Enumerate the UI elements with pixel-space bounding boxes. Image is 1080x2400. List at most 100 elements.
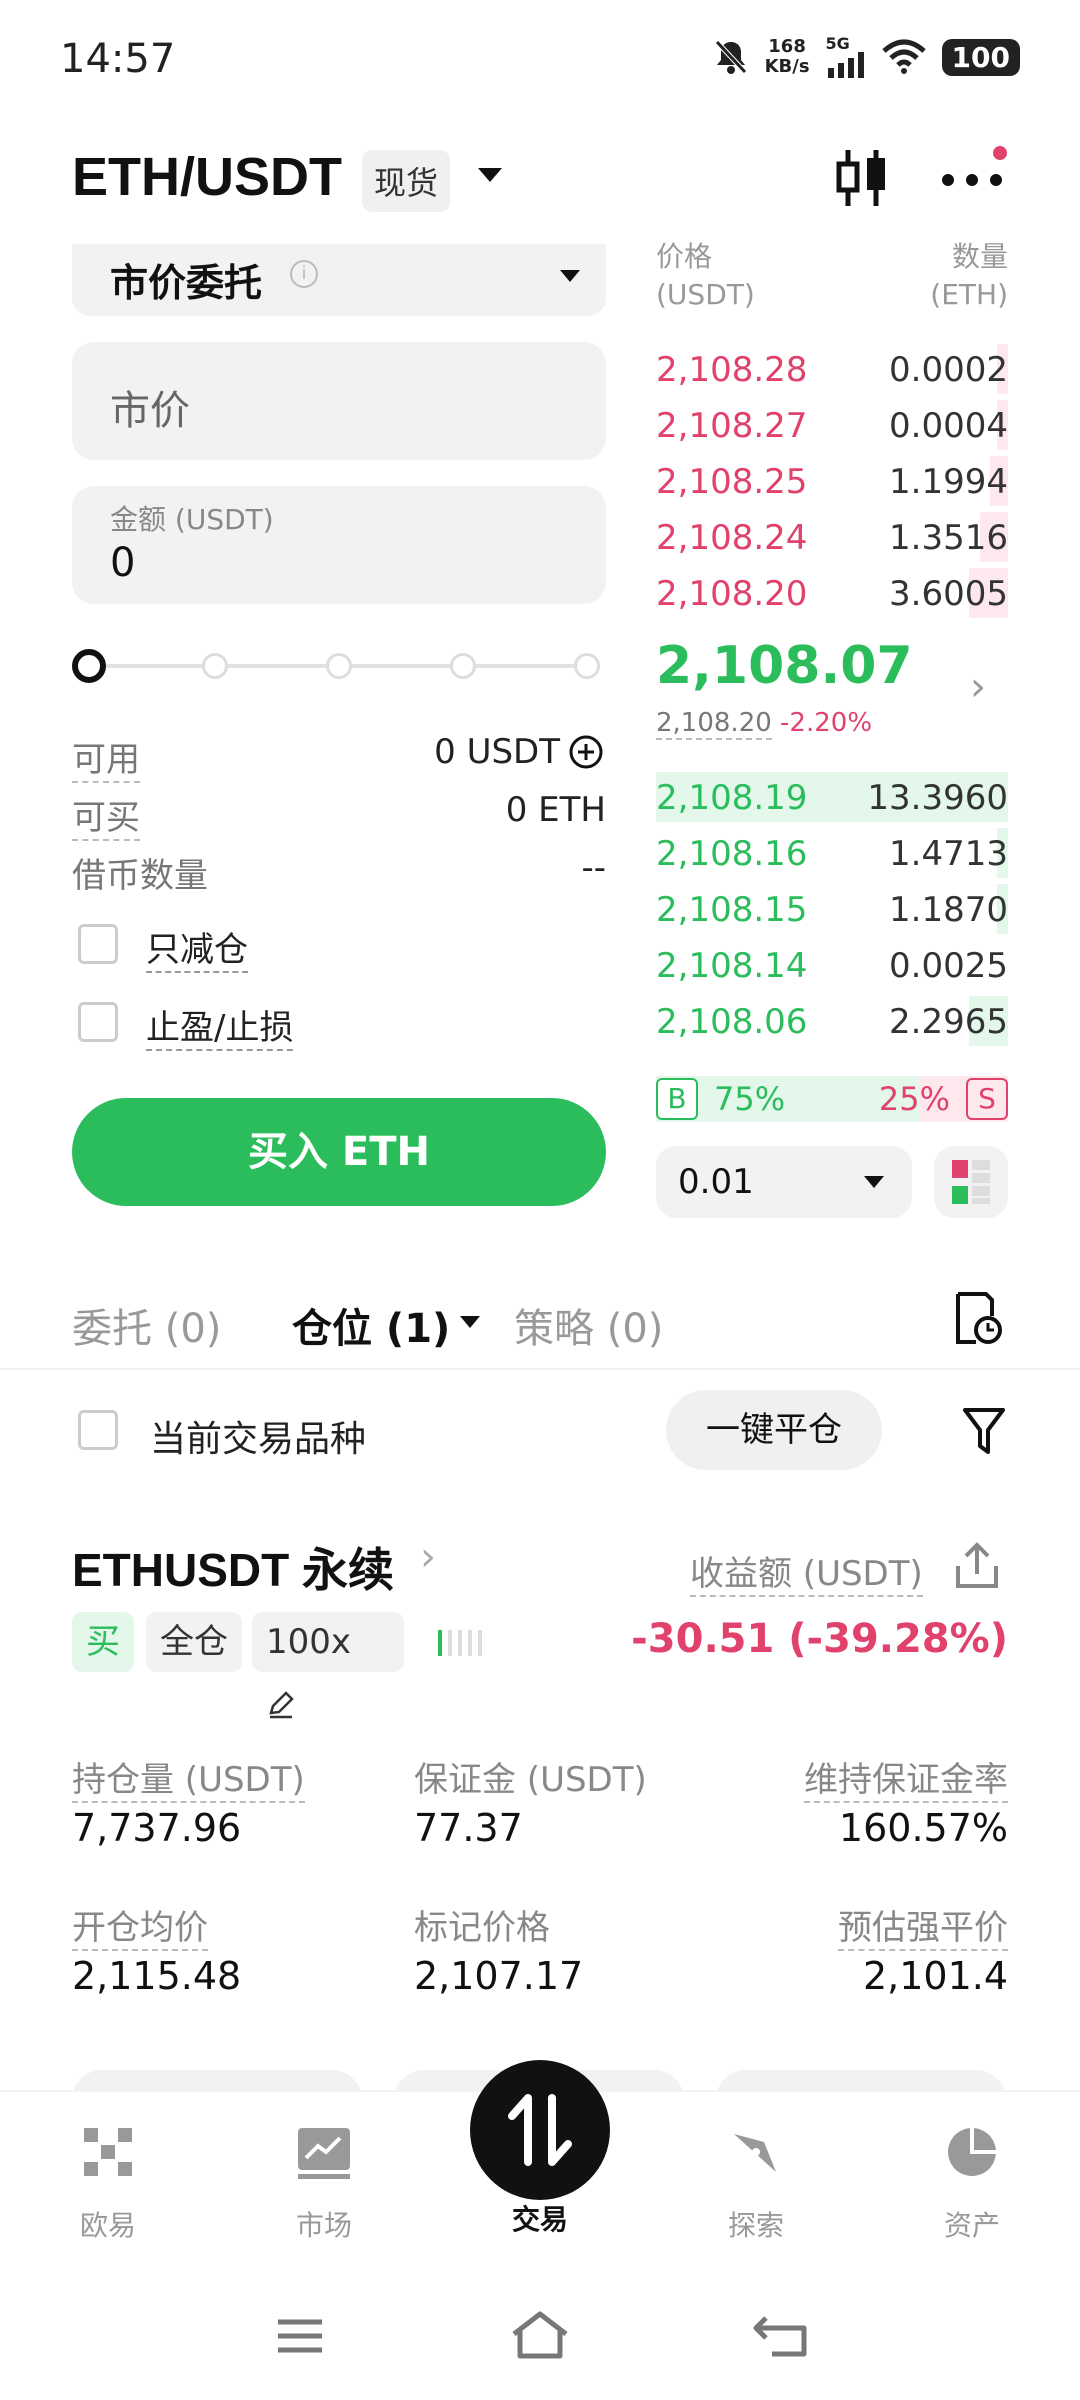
ob-qty-unit: (ETH) [930,278,1008,311]
amount-value[interactable]: 0 [110,540,135,586]
position-symbol[interactable]: ETHUSDT 永续 [72,1534,394,1600]
bid-row[interactable]: 2,108.19 13.3960 [656,772,1008,822]
reduce-only-label[interactable]: 只减仓 [146,922,248,973]
slider-step-50[interactable] [326,653,352,679]
slider-step-75[interactable] [450,653,476,679]
ask-price: 2,108.24 [656,518,808,558]
entry-price-label[interactable]: 开仓均价 [72,1900,208,1951]
ask-row[interactable]: 2,108.27 0.0004 [656,400,1008,450]
bid-qty: 0.0025 [889,946,1008,986]
bid-price: 2,108.06 [656,1002,808,1042]
order-history-icon[interactable] [952,1290,1002,1346]
info-icon[interactable]: i [290,260,318,288]
current-symbol-checkbox[interactable] [78,1410,118,1450]
ask-qty: 0.0002 [889,350,1008,390]
liq-price-value: 2,101.4 [862,1954,1008,1998]
caret-down-icon[interactable] [478,168,502,182]
nav-item-markets[interactable]: 市场 [244,2120,404,2244]
signal-icon [827,52,864,78]
buy-button[interactable]: 买入 ETH [72,1098,606,1206]
ask-price: 2,108.20 [656,574,808,614]
tab-strategies[interactable]: 策略 (0) [514,1296,663,1354]
bid-row[interactable]: 2,108.15 1.1870 [656,884,1008,934]
share-icon[interactable] [952,1540,1002,1592]
slider-handle[interactable] [72,649,106,683]
entry-price-value: 2,115.48 [72,1954,242,1998]
nav-item-assets[interactable]: 资产 [892,2120,1052,2244]
leverage-tag[interactable]: 100x [252,1612,404,1718]
ob-price-header-label: 价格 [656,240,713,273]
risk-bar [448,1630,452,1656]
slider-step-25[interactable] [202,653,228,679]
ob-qty-header: 数量 (ETH) [930,238,1008,314]
buy-sell-ratio-bar: B 75% 25% S [656,1076,1008,1122]
nav-label-trade: 交易 [511,2203,568,2236]
ask-price: 2,108.25 [656,462,808,502]
amount-label: 金额 (USDT) [110,503,274,536]
position-side-tag: 买 [72,1612,134,1672]
more-icon[interactable] [940,160,1004,200]
chevron-right-icon[interactable]: › [970,664,986,710]
last-price[interactable]: 2,108.07 [656,636,913,696]
nav-label-home: 欧易 [79,2209,136,2242]
price-change: -2.20% [780,708,873,738]
mark-price-label: 标记价格 [414,1908,550,1948]
margin-mode-tag[interactable]: 全仓 [146,1612,242,1672]
network-speed: 168 KB/s [765,37,810,77]
risk-bar [468,1630,472,1656]
pnl-label[interactable]: 收益额 (USDT) [690,1546,923,1597]
plus-circle-icon[interactable] [568,734,604,770]
net-speed-unit: KB/s [764,56,810,77]
book-layout-button[interactable] [934,1146,1008,1218]
sell-ratio-value: 25% [878,1080,950,1118]
tpsl-label[interactable]: 止盈/止损 [146,1000,294,1051]
bid-row[interactable]: 2,108.06 2.2965 [656,996,1008,1046]
nav-label-assets: 资产 [943,2209,1000,2242]
ask-row[interactable]: 2,108.24 1.3516 [656,512,1008,562]
margin-label: 保证金 (USDT) [414,1760,647,1800]
tab-orders[interactable]: 委托 (0) [72,1296,221,1354]
ask-price: 2,108.27 [656,406,808,446]
notification-dot [993,146,1007,160]
ask-row[interactable]: 2,108.20 3.6005 [656,568,1008,618]
current-symbol-label[interactable]: 当前交易品种 [150,1410,366,1462]
slider-step-100[interactable] [574,653,600,679]
pair-title[interactable]: ETH/USDT [72,146,342,208]
ask-row[interactable]: 2,108.28 0.0002 [656,344,1008,394]
close-all-button[interactable]: 一键平仓 [666,1390,882,1470]
tpsl-checkbox[interactable] [78,1002,118,1042]
borrow-label: 借币数量 [72,856,208,896]
back-icon[interactable] [752,2314,808,2358]
bid-row[interactable]: 2,108.14 0.0025 [656,940,1008,990]
mark-price: 2,108.20 [656,708,772,740]
chevron-down-icon[interactable] [460,1316,480,1328]
filter-icon[interactable] [962,1406,1006,1456]
position-size-label[interactable]: 持仓量 (USDT) [72,1752,305,1803]
home-icon[interactable] [510,2310,570,2360]
chevron-down-icon [864,1176,884,1188]
mmr-label[interactable]: 维持保证金率 [804,1752,1008,1803]
chevron-right-icon[interactable]: › [420,1534,436,1580]
edit-icon [269,1690,294,1718]
ob-price-unit: (USDT) [656,278,755,311]
compass-icon [734,2134,776,2172]
tab-positions[interactable]: 仓位 (1) [292,1296,450,1354]
bid-qty: 1.1870 [889,890,1008,930]
nav-item-discover[interactable]: 探索 [676,2120,836,2244]
reduce-only-checkbox[interactable] [78,924,118,964]
ob-qty-header-label: 数量 [951,240,1008,273]
nav-label-trade-wrap[interactable]: 交易 [460,2198,620,2238]
liq-price-label[interactable]: 预估强平价 [838,1900,1008,1951]
menu-icon[interactable] [276,2316,324,2356]
nav-item-trade[interactable] [470,2060,610,2200]
chart-icon [298,2128,350,2179]
price-placeholder: 市价 [110,388,190,434]
candlestick-icon[interactable] [834,148,890,208]
bid-row[interactable]: 2,108.16 1.4713 [656,828,1008,878]
nav-label-markets: 市场 [295,2209,352,2242]
position-size-value: 7,737.96 [72,1806,242,1850]
nav-item-home[interactable]: 欧易 [28,2120,188,2244]
okx-logo-icon [84,2128,132,2176]
ask-row[interactable]: 2,108.25 1.1994 [656,456,1008,506]
available-label[interactable]: 可用 [72,732,140,783]
